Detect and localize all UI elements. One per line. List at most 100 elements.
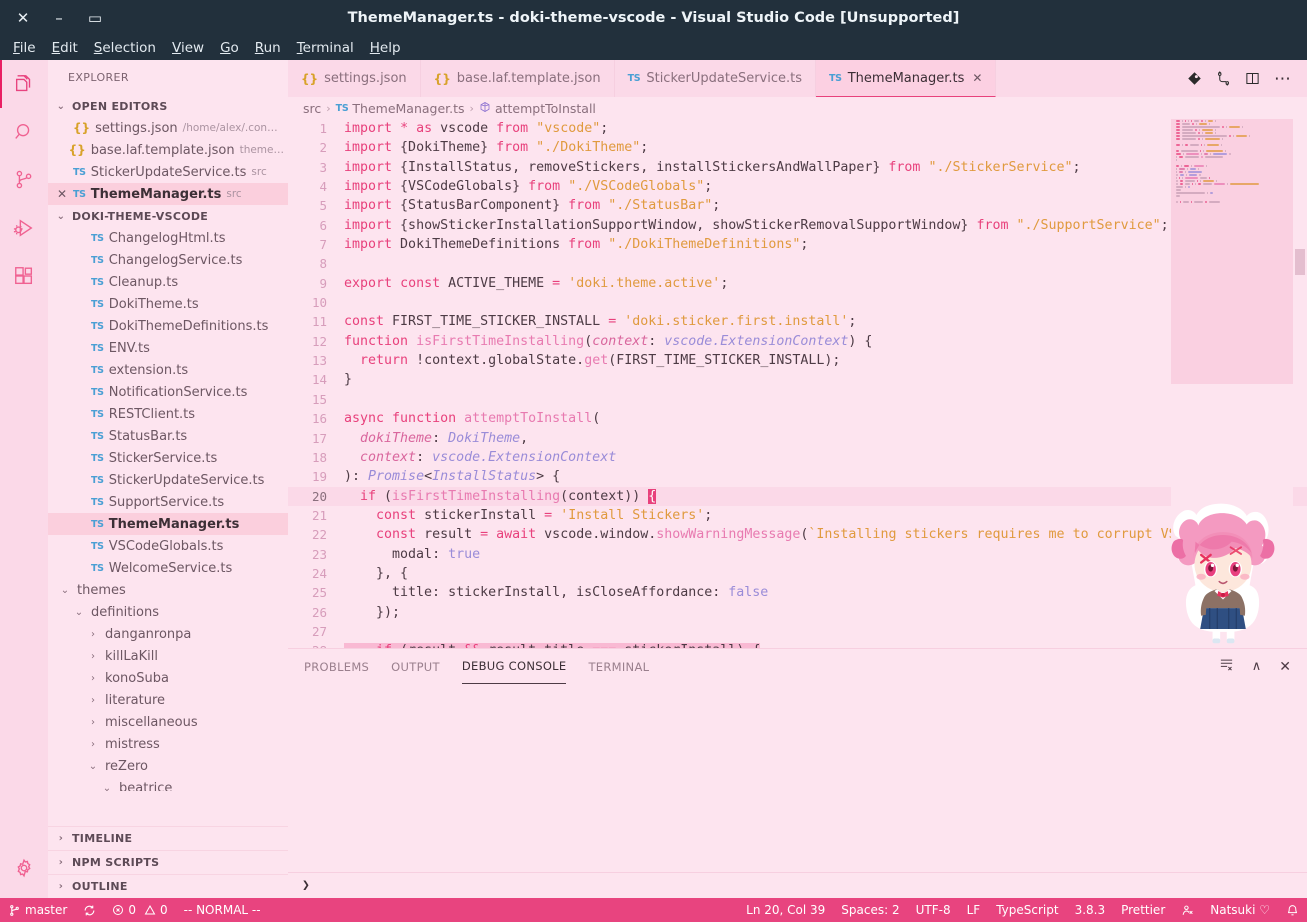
code-line[interactable]: 26 }); (288, 603, 1307, 622)
tree-folder[interactable]: › killLaKill (48, 645, 288, 667)
tree-file[interactable]: TS DokiTheme.ts (48, 293, 288, 315)
extensions-icon[interactable] (0, 252, 48, 300)
code-line[interactable]: 15 (288, 390, 1307, 409)
code-line[interactable]: 21 const stickerInstall = 'Install Stick… (288, 506, 1307, 525)
doki-theme-icon[interactable] (1187, 71, 1202, 86)
code-line[interactable]: 12 function isFirstTimeInstalling(context… (288, 332, 1307, 351)
explorer-icon[interactable] (0, 60, 48, 108)
code-line[interactable]: 16 async function attemptToInstall( (288, 409, 1307, 428)
breadcrumb-item[interactable]: attemptToInstall (479, 101, 596, 116)
search-icon[interactable] (0, 108, 48, 156)
close-icon[interactable]: ✕ (56, 187, 68, 201)
tree-file[interactable]: TS extension.ts (48, 359, 288, 381)
code-line[interactable]: 8 (288, 254, 1307, 273)
project-section-header[interactable]: ⌄ DOKI-THEME-VSCODE (48, 205, 288, 227)
chevron-up-icon[interactable]: ∧ (1252, 659, 1262, 674)
status-language-mode[interactable]: TypeScript (988, 898, 1066, 922)
code-line[interactable]: 18 context: vscode.ExtensionContext (288, 448, 1307, 467)
sidebar-section-timeline[interactable]: › TIMELINE (48, 826, 288, 850)
tree-file[interactable]: TS Cleanup.ts (48, 271, 288, 293)
tree-file[interactable]: TS SupportService.ts (48, 491, 288, 513)
code-line[interactable]: 3 import {InstallStatus, removeStickers, … (288, 158, 1307, 177)
tree-file[interactable]: TS StickerUpdateService.ts (48, 469, 288, 491)
maximize-window-button[interactable]: ▭ (82, 6, 108, 30)
source-code[interactable]: 1 import * as vscode from "vscode"; 2 impor… (288, 119, 1307, 648)
code-line[interactable]: 1 import * as vscode from "vscode"; (288, 119, 1307, 138)
debug-console-input[interactable] (317, 878, 1307, 893)
tree-folder[interactable]: ⌄ definitions (48, 601, 288, 623)
status-branch[interactable]: master (0, 898, 75, 922)
editor-tab[interactable]: {} settings.json (288, 60, 421, 97)
open-editor-item[interactable]: {} base.laf.template.json theme… (48, 139, 288, 161)
code-line[interactable]: 24 }, { (288, 564, 1307, 583)
editor-tab[interactable]: TS StickerUpdateService.ts (614, 60, 816, 97)
status-formatter[interactable]: Prettier (1113, 898, 1173, 922)
code-line[interactable]: 2 import {DokiTheme} from "./DokiTheme"; (288, 138, 1307, 157)
code-line[interactable]: 10 (288, 293, 1307, 312)
code-line[interactable]: 4 import {VSCodeGlobals} from "./VSCodeGl… (288, 177, 1307, 196)
status-notifications[interactable] (1278, 898, 1307, 922)
tree-file[interactable]: TS NotificationService.ts (48, 381, 288, 403)
panel-tab[interactable]: DEBUG CONSOLE (461, 649, 567, 684)
code-line[interactable]: 6 import {showStickerInstallationSupportW… (288, 216, 1307, 235)
status-sync[interactable] (75, 898, 104, 922)
code-line[interactable]: 11 const FIRST_TIME_STICKER_INSTALL = 'do… (288, 312, 1307, 331)
close-tab-icon[interactable]: ✕ (972, 71, 982, 85)
tree-file[interactable]: TS StickerService.ts (48, 447, 288, 469)
open-editor-item[interactable]: ✕ TS ThemeManager.ts src (48, 183, 288, 205)
open-editor-item[interactable]: {} settings.json/home/alex/.con… (48, 117, 288, 139)
panel-tab[interactable]: OUTPUT (391, 649, 440, 684)
code-line[interactable]: 27 (288, 622, 1307, 641)
open-editors-section-header[interactable]: ⌄ OPEN EDITORS (48, 95, 288, 117)
tree-folder[interactable]: › danganronpa (48, 623, 288, 645)
status-cursor-position[interactable]: Ln 20, Col 39 (738, 898, 833, 922)
tree-folder[interactable]: ⌄ beatrice (48, 777, 288, 792)
tree-file[interactable]: TS ThemeManager.ts (48, 513, 288, 535)
status-typescript-version[interactable]: 3.8.3 (1067, 898, 1114, 922)
tree-file[interactable]: TS ENV.ts (48, 337, 288, 359)
tree-file[interactable]: TS WelcomeService.ts (48, 557, 288, 579)
tree-folder[interactable]: › konoSuba (48, 667, 288, 689)
status-doki-theme[interactable]: Natsuki ♡ (1202, 898, 1278, 922)
tree-file[interactable]: TS ChangelogHtml.ts (48, 227, 288, 249)
code-line[interactable]: 25 title: stickerInstall, isCloseAfforda… (288, 583, 1307, 602)
tree-file[interactable]: TS StatusBar.ts (48, 425, 288, 447)
code-viewport[interactable]: 1 import * as vscode from "vscode"; 2 impor… (288, 119, 1307, 648)
menu-item-go[interactable]: Go (213, 38, 246, 58)
sidebar-section-outline[interactable]: › OUTLINE (48, 874, 288, 898)
sidebar-section-npm-scripts[interactable]: › NPM SCRIPTS (48, 850, 288, 874)
tree-folder[interactable]: ⌄ themes (48, 579, 288, 601)
source-control-icon[interactable] (0, 156, 48, 204)
tree-file[interactable]: TS DokiThemeDefinitions.ts (48, 315, 288, 337)
status-eol[interactable]: LF (959, 898, 989, 922)
breadcrumb-item[interactable]: TS ThemeManager.ts (336, 101, 465, 116)
code-line[interactable]: 20 if (isFirstTimeInstalling(context)) { (288, 486, 1307, 506)
status-remote-indicator[interactable] (1173, 898, 1202, 922)
clear-console-icon[interactable] (1219, 657, 1234, 676)
open-editor-item[interactable]: TS StickerUpdateService.ts src (48, 161, 288, 183)
code-line[interactable]: 22 const result = await vscode.window.sh… (288, 525, 1307, 544)
code-line[interactable]: 17 dokiTheme: DokiTheme, (288, 429, 1307, 448)
menu-item-selection[interactable]: Selection (87, 38, 163, 58)
code-line[interactable]: 23 modal: true (288, 545, 1307, 564)
manage-gear-icon[interactable] (0, 844, 48, 892)
minimize-window-button[interactable]: – (46, 6, 72, 30)
code-line[interactable]: 14} (288, 370, 1307, 389)
tree-folder[interactable]: › mistress (48, 733, 288, 755)
status-problems[interactable]: 0 0 (104, 898, 175, 922)
breadcrumb-item[interactable]: src (303, 101, 321, 116)
tree-file[interactable]: TS VSCodeGlobals.ts (48, 535, 288, 557)
menu-item-terminal[interactable]: Terminal (290, 38, 361, 58)
menu-item-edit[interactable]: Edit (45, 38, 85, 58)
code-line[interactable]: 13 return !context.globalState.get(FIRST… (288, 351, 1307, 370)
editor-tab[interactable]: {} base.laf.template.json (420, 60, 615, 97)
run-and-debug-icon[interactable] (0, 204, 48, 252)
tree-file[interactable]: TS ChangelogService.ts (48, 249, 288, 271)
tree-folder[interactable]: › literature (48, 689, 288, 711)
tree-folder[interactable]: › miscellaneous (48, 711, 288, 733)
panel-tab[interactable]: TERMINAL (588, 649, 649, 684)
editor-tab[interactable]: TS ThemeManager.ts ✕ (816, 60, 997, 97)
menu-item-view[interactable]: View (165, 38, 211, 58)
debug-console-input-row[interactable]: ❯ (288, 872, 1307, 898)
tree-file[interactable]: TS RESTClient.ts (48, 403, 288, 425)
